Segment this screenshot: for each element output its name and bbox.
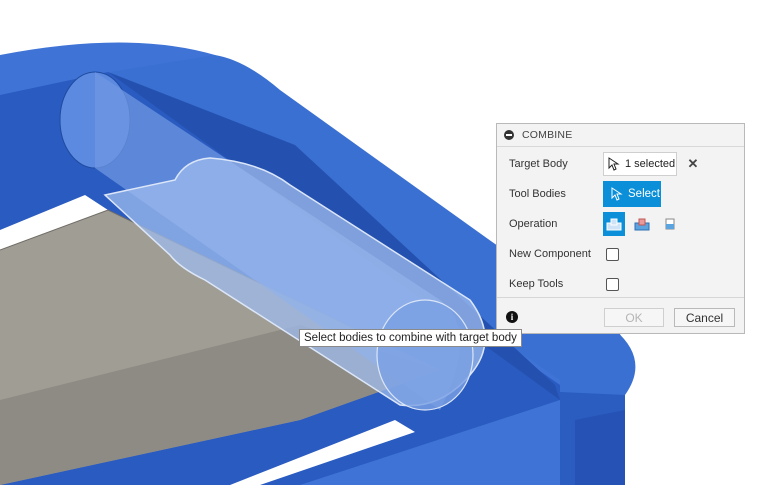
- combine-panel: COMBINE Target Body 1 selected ✕ Tool Bo…: [496, 123, 745, 334]
- tooltip: Select bodies to combine with target bod…: [299, 329, 522, 347]
- divider: [497, 297, 744, 298]
- operation-label: Operation: [509, 218, 558, 230]
- keep-tools-checkbox[interactable]: [606, 277, 619, 291]
- select-label: Select: [628, 188, 660, 200]
- intersect-operation-button[interactable]: [659, 212, 681, 236]
- collapse-icon[interactable]: [504, 130, 514, 140]
- target-body-value: 1 selected: [625, 158, 676, 170]
- new-component-label: New Component: [509, 248, 591, 260]
- panel-header: COMBINE: [497, 124, 744, 147]
- intersect-icon: [665, 218, 675, 230]
- tool-bodies-label: Tool Bodies: [509, 188, 566, 200]
- row-operation: Operation: [497, 212, 744, 236]
- target-body-label: Target Body: [509, 158, 568, 170]
- join-icon: [606, 218, 622, 231]
- cursor-icon: [611, 187, 623, 201]
- row-new-component: New Component: [497, 242, 744, 266]
- tool-bodies-select-button[interactable]: Select: [603, 181, 661, 207]
- cancel-button[interactable]: Cancel: [674, 308, 735, 327]
- new-component-checkbox[interactable]: [606, 247, 619, 261]
- cut-icon: [634, 218, 650, 231]
- panel-title: COMBINE: [522, 129, 573, 141]
- ok-button[interactable]: OK: [604, 308, 664, 327]
- cursor-icon: [608, 157, 620, 171]
- row-keep-tools: Keep Tools: [497, 272, 744, 296]
- row-tool-bodies: Tool Bodies Select: [497, 181, 744, 207]
- keep-tools-label: Keep Tools: [509, 278, 564, 290]
- clear-selection-icon[interactable]: ✕: [686, 156, 700, 171]
- join-operation-button[interactable]: [603, 212, 625, 236]
- target-body-selector[interactable]: 1 selected: [603, 152, 677, 176]
- cylinder-end-front: [376, 299, 474, 411]
- panel-footer: i OK Cancel: [497, 308, 744, 328]
- row-target-body: Target Body 1 selected ✕: [497, 152, 744, 176]
- cut-operation-button[interactable]: [631, 212, 653, 236]
- info-icon[interactable]: i: [506, 311, 518, 323]
